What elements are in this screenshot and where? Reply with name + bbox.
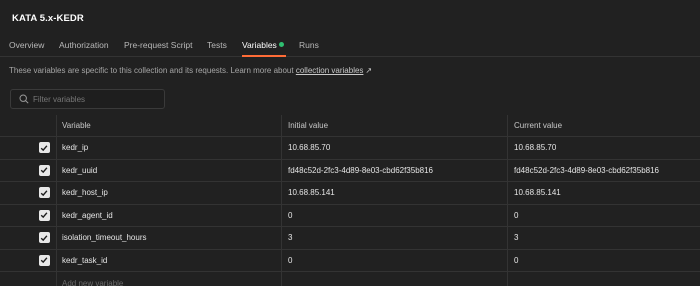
variables-table: Variable Initial value Current value ked…	[0, 115, 700, 286]
initial-value-cell[interactable]: fd48c52d-2fc3-4d89-8e03-cbd62f35b816	[288, 160, 504, 182]
checkmark-icon	[40, 235, 48, 241]
initial-value-cell[interactable]: 0	[288, 250, 504, 272]
checkmark-icon	[40, 145, 48, 151]
tab-bar: Overview Authorization Pre-request Scrip…	[0, 35, 700, 57]
current-value-cell[interactable]: 10.68.85.70	[514, 137, 700, 159]
column-header-variable: Variable	[62, 121, 91, 130]
row-enabled-checkbox[interactable]	[38, 142, 50, 154]
variables-description: These variables are specific to this col…	[9, 66, 372, 75]
initial-value-cell[interactable]: 10.68.85.141	[288, 182, 504, 204]
table-header: Variable Initial value Current value	[0, 115, 700, 137]
tab-overview[interactable]: Overview	[9, 40, 44, 50]
variable-name-cell[interactable]: kedr_ip	[62, 137, 278, 159]
table-row: kedr_uuid fd48c52d-2fc3-4d89-8e03-cbd62f…	[0, 159, 700, 182]
current-value-cell[interactable]: 3	[514, 227, 700, 249]
current-value-cell[interactable]: 0	[514, 205, 700, 227]
current-value-cell[interactable]: fd48c52d-2fc3-4d89-8e03-cbd62f35b816	[514, 160, 700, 182]
checkmark-icon	[40, 167, 48, 174]
active-tab-indicator	[242, 55, 286, 57]
filter-variables-field[interactable]	[10, 89, 165, 109]
tab-variables[interactable]: Variables	[242, 40, 277, 50]
column-header-current-value: Current value	[514, 121, 563, 130]
filter-variables-input[interactable]	[33, 92, 161, 107]
unsaved-changes-dot	[279, 42, 284, 47]
table-row: kedr_host_ip 10.68.85.141 10.68.85.141	[0, 182, 700, 205]
collection-title: KATA 5.x-KEDR	[12, 13, 84, 24]
variable-name-cell[interactable]: kedr_agent_id	[62, 205, 278, 227]
current-value-cell[interactable]: 0	[514, 250, 700, 272]
table-row: kedr_task_id 0 0	[0, 249, 700, 272]
variable-name-cell[interactable]: kedr_task_id	[62, 250, 278, 272]
variable-name-cell[interactable]: kedr_host_ip	[62, 182, 278, 204]
tab-tests[interactable]: Tests	[207, 40, 227, 50]
row-enabled-checkbox[interactable]	[38, 232, 50, 244]
row-enabled-checkbox[interactable]	[38, 254, 50, 266]
add-new-variable-input[interactable]: Add new variable	[62, 272, 278, 286]
checkmark-icon	[40, 212, 48, 219]
tab-pre-request-script[interactable]: Pre-request Script	[124, 40, 193, 50]
variable-name-cell[interactable]: kedr_uuid	[62, 160, 278, 182]
table-row: kedr_agent_id 0 0	[0, 204, 700, 227]
table-row: isolation_timeout_hours 3 3	[0, 227, 700, 250]
row-enabled-checkbox[interactable]	[38, 187, 50, 199]
collection-variables-link[interactable]: collection variables	[296, 66, 364, 75]
add-variable-row: Add new variable	[0, 272, 700, 286]
initial-value-cell[interactable]: 10.68.85.70	[288, 137, 504, 159]
column-header-initial-value: Initial value	[288, 121, 329, 130]
external-link-icon: ↗	[365, 66, 373, 75]
search-icon	[19, 94, 29, 104]
row-enabled-checkbox[interactable]	[38, 164, 50, 176]
tab-authorization[interactable]: Authorization	[59, 40, 109, 50]
current-value-cell[interactable]: 10.68.85.141	[514, 182, 700, 204]
table-row: kedr_ip 10.68.85.70 10.68.85.70	[0, 137, 700, 160]
checkmark-icon	[40, 190, 48, 196]
description-text: These variables are specific to this col…	[9, 66, 296, 75]
initial-value-cell[interactable]: 0	[288, 205, 504, 227]
row-enabled-checkbox[interactable]	[38, 209, 50, 221]
checkmark-icon	[40, 257, 48, 264]
tab-runs[interactable]: Runs	[299, 40, 319, 50]
variable-name-cell[interactable]: isolation_timeout_hours	[62, 227, 278, 249]
initial-value-cell[interactable]: 3	[288, 227, 504, 249]
